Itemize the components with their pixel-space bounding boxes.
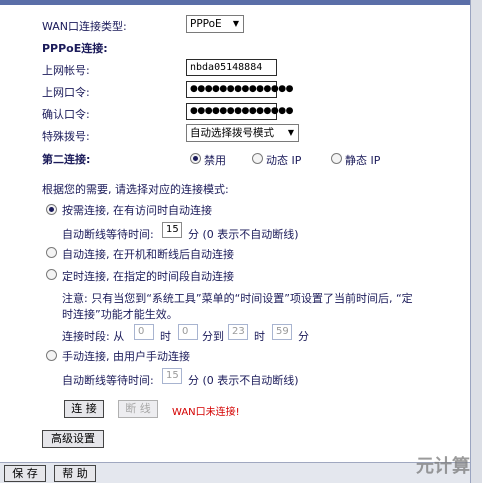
chevron-down-icon: ▼ [287, 128, 294, 137]
mode-auto-label: 自动连接, 在开机和断线后自动连接 [62, 248, 234, 261]
timed-hour-label-2: 时 [254, 330, 265, 343]
secondary-dynamic-ip-radio[interactable] [252, 153, 263, 164]
timed-min-to-label: 分到 [202, 330, 224, 343]
connect-button[interactable]: 连 接 [64, 400, 104, 418]
wan-type-label: WAN口连接类型: [42, 20, 127, 33]
timed-from-hour-input[interactable]: 0 [134, 324, 154, 340]
help-button[interactable]: 帮 助 [54, 465, 96, 482]
ondemand-idle-label: 自动断线等待时间: [62, 228, 154, 241]
special-dial-label: 特殊拨号: [42, 130, 90, 143]
confirm-password-label: 确认口令: [42, 108, 90, 121]
timed-note-line2: 时连接”功能才能生效。 [62, 308, 178, 321]
manual-idle-input[interactable]: 15 [162, 368, 182, 384]
confirm-password-field[interactable]: ●●●●●●●●●●●●●● [186, 103, 293, 120]
secondary-dynamic-ip-label: 动态 IP [266, 154, 302, 167]
settings-panel: WAN口连接类型: PPPoE ▼ PPPoE连接: 上网帐号: nbda051… [0, 0, 470, 462]
mode-ondemand-label: 按需连接, 在有访问时自动连接 [62, 204, 212, 217]
secondary-connection-label: 第二连接: [42, 153, 91, 166]
mode-timed-label: 定时连接, 在指定的时间段自动连接 [62, 270, 234, 283]
disconnect-button[interactable]: 断 线 [118, 400, 158, 418]
secondary-disabled-radio[interactable] [190, 153, 201, 164]
wan-type-value: PPPoE [190, 18, 222, 30]
ondemand-idle-suffix: 分 (0 表示不自动断线) [188, 228, 299, 241]
mode-manual-radio[interactable] [46, 350, 57, 361]
save-button[interactable]: 保 存 [4, 465, 46, 482]
secondary-disabled-label: 禁用 [204, 154, 226, 167]
secondary-static-ip-radio[interactable] [331, 153, 342, 164]
footer-bar: 保 存 帮 助 [0, 462, 470, 483]
username-label: 上网帐号: [42, 64, 90, 77]
mode-intro: 根据您的需要, 请选择对应的连接模式: [42, 183, 229, 196]
special-dial-select[interactable]: 自动选择拨号模式 ▼ [186, 124, 299, 142]
mode-manual-label: 手动连接, 由用户手动连接 [62, 350, 190, 363]
username-field[interactable]: nbda05148884 [186, 59, 277, 76]
wan-type-select[interactable]: PPPoE ▼ [186, 15, 244, 33]
top-border [0, 0, 470, 5]
manual-idle-suffix: 分 (0 表示不自动断线) [188, 374, 299, 387]
manual-idle-label: 自动断线等待时间: [62, 374, 154, 387]
watermark: 元计算 [416, 456, 470, 477]
connection-status: WAN口未连接! [172, 407, 240, 418]
chevron-down-icon: ▼ [232, 19, 239, 28]
timed-min-label: 分 [298, 330, 309, 343]
mode-timed-radio[interactable] [46, 269, 57, 280]
timed-note-line1: 注意: 只有当您到“系统工具”菜单的“时间设置”项设置了当前时间后, “定 [62, 292, 413, 305]
password-label: 上网口令: [42, 86, 90, 99]
special-dial-value: 自动选择拨号模式 [190, 127, 274, 139]
secondary-static-ip-label: 静态 IP [345, 154, 381, 167]
pppoe-section-label: PPPoE连接: [42, 42, 108, 55]
password-field[interactable]: ●●●●●●●●●●●●●● [186, 81, 293, 98]
timed-to-min-input[interactable]: 59 [272, 324, 292, 340]
timed-period-label: 连接时段: 从 [62, 330, 125, 343]
window-right-edge [470, 0, 482, 483]
timed-from-min-input[interactable]: 0 [178, 324, 198, 340]
advanced-settings-button[interactable]: 高级设置 [42, 430, 104, 448]
mode-ondemand-radio[interactable] [46, 204, 57, 215]
ondemand-idle-input[interactable]: 15 [162, 222, 182, 238]
timed-to-hour-input[interactable]: 23 [228, 324, 248, 340]
mode-auto-radio[interactable] [46, 247, 57, 258]
timed-hour-label-1: 时 [160, 330, 171, 343]
